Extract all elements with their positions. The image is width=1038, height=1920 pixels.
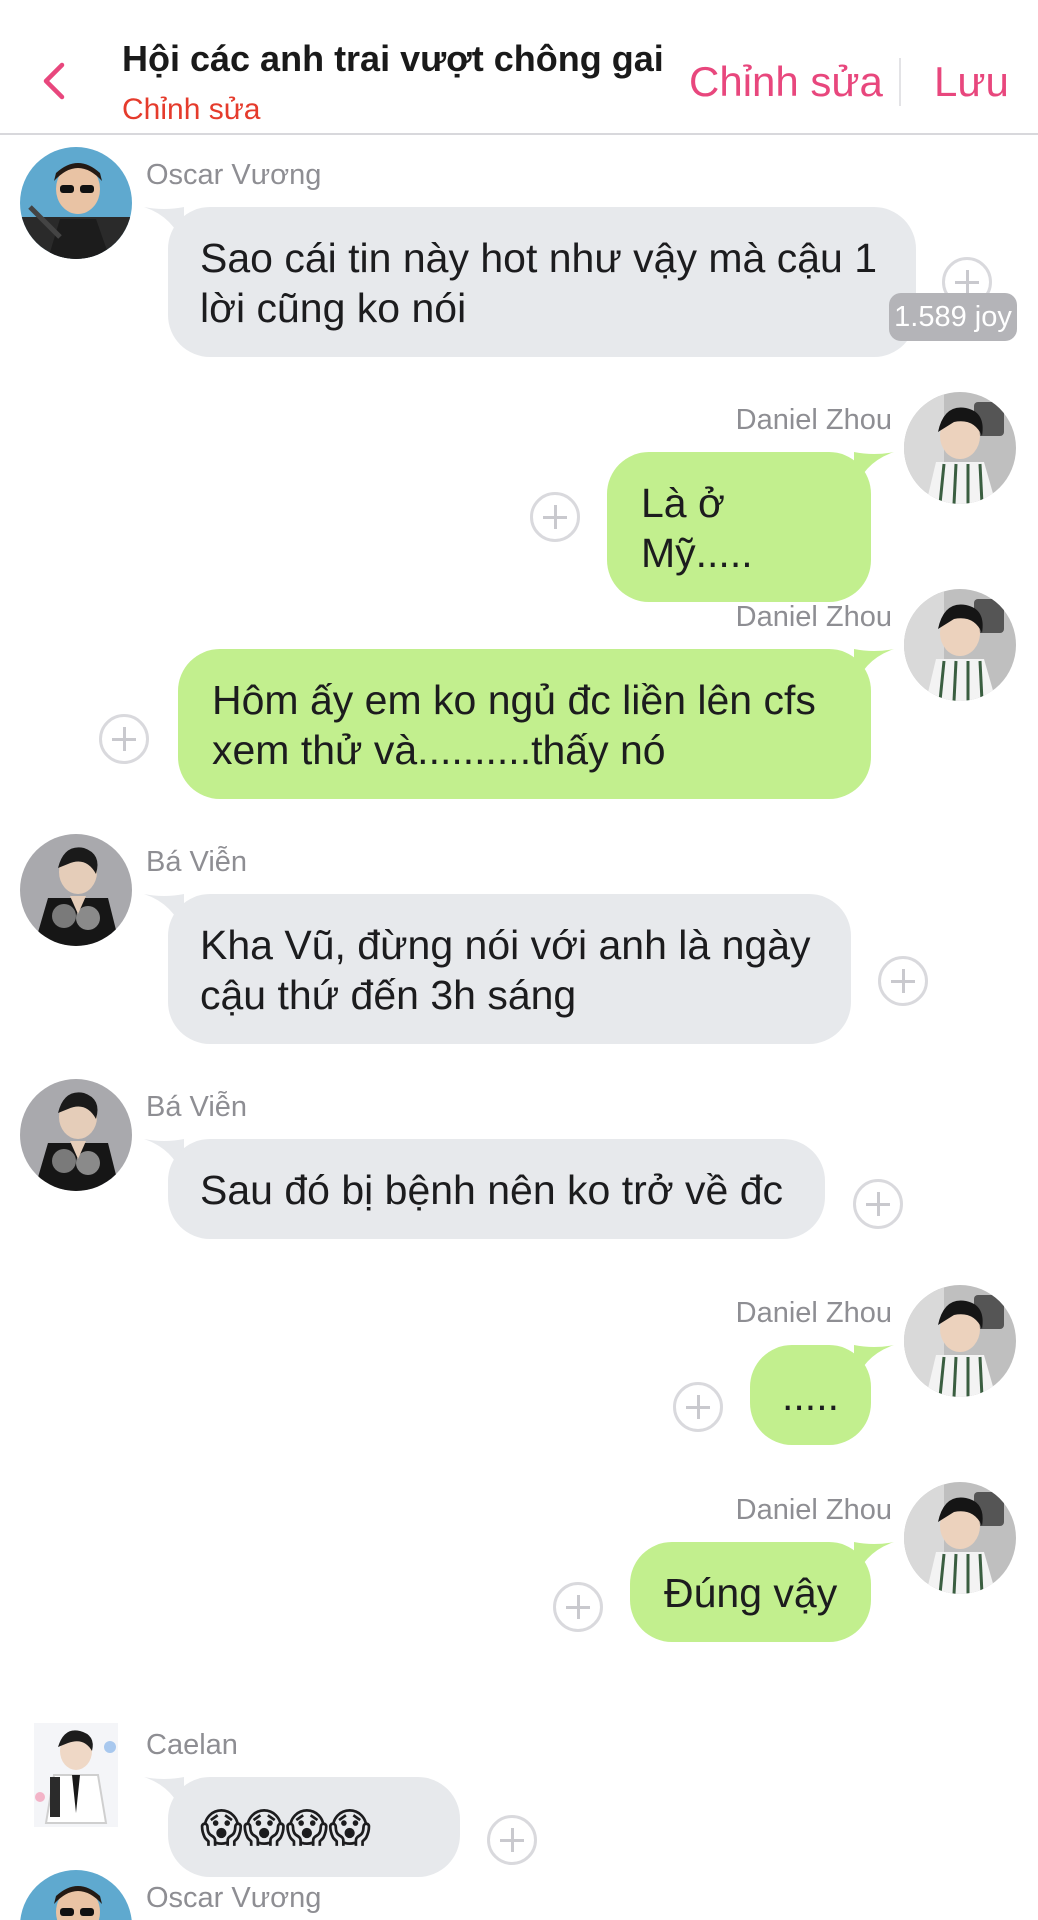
message-bubble[interactable]: 😱😱😱😱 [168,1777,460,1877]
sender-name: Daniel Zhou [735,1297,892,1329]
sender-name: Oscar Vương [146,1882,322,1914]
save-button[interactable]: Lưu [934,58,1009,106]
sender-name: Daniel Zhou [735,404,892,436]
sender-name: Daniel Zhou [735,1494,892,1526]
sender-name: Daniel Zhou [735,601,892,633]
chat-title: Hội các anh trai vượt chông gai [122,38,664,79]
message-row: Daniel Zhou Hôm ấy em ko ngủ đc liền lên… [0,589,1038,799]
plus-circle-icon[interactable] [487,1815,537,1865]
sender-name: Caelan [146,1729,238,1761]
message-row: Daniel Zhou Là ở Mỹ..... [0,392,1038,602]
plus-circle-icon[interactable] [553,1582,603,1632]
avatar-caelan[interactable] [20,1717,132,1829]
header-divider [899,58,901,106]
plus-circle-icon[interactable] [878,956,928,1006]
avatar-ba-vien[interactable] [20,834,132,946]
message-bubble[interactable]: Kha Vũ, đừng nói với anh là ngày cậu thứ… [168,894,851,1044]
chat-subtitle: Chỉnh sửa [122,93,261,126]
message-row: Caelan 😱😱😱😱 [0,1717,1038,1877]
message-row: Oscar Vương [0,1870,1038,1920]
message-list[interactable]: Oscar Vương Sao cái tin này hot như vậy … [0,135,1038,1920]
message-bubble[interactable]: Là ở Mỹ..... [607,452,871,602]
avatar-oscar-vuong[interactable] [20,1870,132,1920]
chat-header: Hội các anh trai vượt chông gai Chỉnh sử… [0,0,1038,135]
plus-circle-icon[interactable] [853,1179,903,1229]
plus-circle-icon[interactable] [99,714,149,764]
edit-button[interactable]: Chỉnh sửa [689,58,883,106]
avatar-oscar-vuong[interactable] [20,147,132,259]
message-row: Daniel Zhou Đúng vậy [0,1482,1038,1642]
message-bubble[interactable]: Sau đó bị bệnh nên ko trở về đc [168,1139,825,1239]
plus-circle-icon[interactable] [673,1382,723,1432]
message-row: Bá Viễn Sau đó bị bệnh nên ko trở về đc [0,1079,1038,1239]
message-bubble[interactable]: Hôm ấy em ko ngủ đc liền lên cfs xem thử… [178,649,871,799]
sender-name: Bá Viễn [146,1091,248,1123]
message-bubble[interactable]: Đúng vậy [630,1542,871,1642]
avatar-ba-vien[interactable] [20,1079,132,1191]
avatar-daniel-zhou[interactable] [904,1285,1016,1397]
plus-circle-icon[interactable] [530,492,580,542]
back-button[interactable] [32,55,76,107]
message-row: Oscar Vương Sao cái tin này hot như vậy … [0,147,1038,357]
avatar-daniel-zhou[interactable] [904,392,1016,504]
chevron-left-icon [43,62,65,100]
sender-name: Oscar Vương [146,159,322,191]
message-row: Bá Viễn Kha Vũ, đừng nói với anh là ngày… [0,834,1038,1044]
sender-name: Bá Viễn [146,846,248,878]
message-bubble[interactable]: Sao cái tin này hot như vậy mà cậu 1 lời… [168,207,916,357]
joy-badge: 1.589 joy [889,293,1017,341]
message-row: Daniel Zhou ..... [0,1285,1038,1445]
avatar-daniel-zhou[interactable] [904,589,1016,701]
avatar-daniel-zhou[interactable] [904,1482,1016,1594]
message-bubble[interactable]: ..... [750,1345,871,1445]
face-screaming-in-fear-icon: 😱😱😱😱 [200,1805,371,1851]
